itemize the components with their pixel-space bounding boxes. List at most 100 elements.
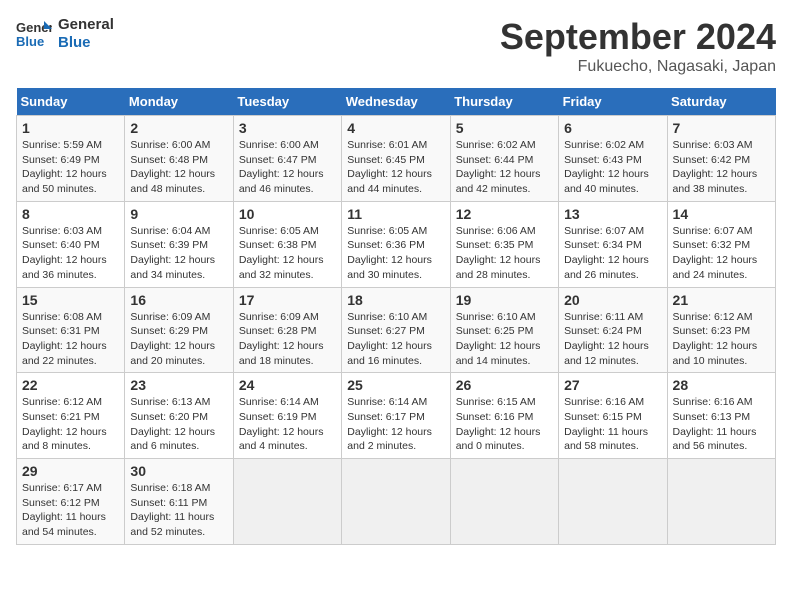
calendar-cell: 10 Sunrise: 6:05 AMSunset: 6:38 PMDayligh…: [233, 201, 341, 287]
day-number: 1: [22, 120, 119, 136]
logo-blue: Blue: [58, 34, 114, 52]
calendar-cell: 18 Sunrise: 6:10 AMSunset: 6:27 PMDayligh…: [342, 287, 450, 373]
calendar-cell: 11 Sunrise: 6:05 AMSunset: 6:36 PMDayligh…: [342, 201, 450, 287]
day-info: Sunrise: 6:11 AMSunset: 6:24 PMDaylight:…: [564, 310, 661, 369]
day-number: 21: [673, 292, 770, 308]
day-number: 13: [564, 206, 661, 222]
day-number: 9: [130, 206, 227, 222]
calendar-cell: 21Sunrise: 6:12 AMSunset: 6:23 PMDayligh…: [667, 287, 775, 373]
calendar-cell: 5 Sunrise: 6:02 AMSunset: 6:44 PMDaylight…: [450, 116, 558, 202]
day-info: Sunrise: 6:05 AMSunset: 6:36 PMDaylight:…: [347, 224, 444, 283]
calendar-cell: 4 Sunrise: 6:01 AMSunset: 6:45 PMDaylight…: [342, 116, 450, 202]
day-number: 18: [347, 292, 444, 308]
calendar-title-area: September 2024 Fukuecho, Nagasaki, Japan: [500, 16, 776, 76]
location-title: Fukuecho, Nagasaki, Japan: [500, 58, 776, 76]
calendar-cell: 30Sunrise: 6:18 AMSunset: 6:11 PMDayligh…: [125, 459, 233, 545]
calendar-cell: 22Sunrise: 6:12 AMSunset: 6:21 PMDayligh…: [17, 373, 125, 459]
day-number: 29: [22, 463, 119, 479]
logo-icon: General Blue: [16, 19, 52, 49]
day-info: Sunrise: 6:10 AMSunset: 6:25 PMDaylight:…: [456, 310, 553, 369]
calendar-cell: 13 Sunrise: 6:07 AMSunset: 6:34 PMDayligh…: [559, 201, 667, 287]
calendar-cell: 8Sunrise: 6:03 AMSunset: 6:40 PMDaylight…: [17, 201, 125, 287]
day-number: 4: [347, 120, 444, 136]
calendar-cell: 24 Sunrise: 6:14 AMSunset: 6:19 PMDayligh…: [233, 373, 341, 459]
day-info: Sunrise: 6:09 AMSunset: 6:29 PMDaylight:…: [130, 310, 227, 369]
day-info: Sunrise: 6:14 AMSunset: 6:17 PMDaylight:…: [347, 395, 444, 454]
calendar-cell: 26 Sunrise: 6:15 AMSunset: 6:16 PMDayligh…: [450, 373, 558, 459]
day-number: 3: [239, 120, 336, 136]
day-header-thursday: Thursday: [450, 88, 558, 116]
calendar-cell: [233, 459, 341, 545]
logo-general: General: [58, 16, 114, 34]
day-number: 5: [456, 120, 553, 136]
day-header-tuesday: Tuesday: [233, 88, 341, 116]
calendar-cell: 14 Sunrise: 6:07 AMSunset: 6:32 PMDayligh…: [667, 201, 775, 287]
day-header-sunday: Sunday: [17, 88, 125, 116]
day-number: 17: [239, 292, 336, 308]
day-info: Sunrise: 6:02 AMSunset: 6:44 PMDaylight:…: [456, 138, 553, 197]
day-header-friday: Friday: [559, 88, 667, 116]
calendar-cell: 29 Sunrise: 6:17 AMSunset: 6:12 PMDayligh…: [17, 459, 125, 545]
day-number: 7: [673, 120, 770, 136]
day-info: Sunrise: 6:00 AMSunset: 6:47 PMDaylight:…: [239, 138, 336, 197]
day-info: Sunrise: 6:16 AMSunset: 6:13 PMDaylight:…: [673, 395, 770, 454]
calendar-cell: 12 Sunrise: 6:06 AMSunset: 6:35 PMDayligh…: [450, 201, 558, 287]
day-number: 12: [456, 206, 553, 222]
calendar-table: SundayMondayTuesdayWednesdayThursdayFrid…: [16, 88, 776, 545]
calendar-week-row: 22Sunrise: 6:12 AMSunset: 6:21 PMDayligh…: [17, 373, 776, 459]
day-number: 20: [564, 292, 661, 308]
calendar-cell: 16 Sunrise: 6:09 AMSunset: 6:29 PMDayligh…: [125, 287, 233, 373]
page-header: General Blue General Blue September 2024…: [16, 16, 776, 76]
calendar-cell: 27 Sunrise: 6:16 AMSunset: 6:15 PMDayligh…: [559, 373, 667, 459]
day-info: Sunrise: 6:01 AMSunset: 6:45 PMDaylight:…: [347, 138, 444, 197]
calendar-cell: [667, 459, 775, 545]
day-info: Sunrise: 6:15 AMSunset: 6:16 PMDaylight:…: [456, 395, 553, 454]
calendar-cell: 2Sunrise: 6:00 AMSunset: 6:48 PMDaylight…: [125, 116, 233, 202]
calendar-cell: 19 Sunrise: 6:10 AMSunset: 6:25 PMDayligh…: [450, 287, 558, 373]
day-number: 23: [130, 377, 227, 393]
calendar-cell: 6Sunrise: 6:02 AMSunset: 6:43 PMDaylight…: [559, 116, 667, 202]
day-number: 15: [22, 292, 119, 308]
calendar-cell: 1Sunrise: 5:59 AMSunset: 6:49 PMDaylight…: [17, 116, 125, 202]
day-header-monday: Monday: [125, 88, 233, 116]
calendar-header-row: SundayMondayTuesdayWednesdayThursdayFrid…: [17, 88, 776, 116]
day-number: 25: [347, 377, 444, 393]
day-info: Sunrise: 6:10 AMSunset: 6:27 PMDaylight:…: [347, 310, 444, 369]
day-info: Sunrise: 6:14 AMSunset: 6:19 PMDaylight:…: [239, 395, 336, 454]
day-info: Sunrise: 6:13 AMSunset: 6:20 PMDaylight:…: [130, 395, 227, 454]
day-info: Sunrise: 6:06 AMSunset: 6:35 PMDaylight:…: [456, 224, 553, 283]
calendar-week-row: 29 Sunrise: 6:17 AMSunset: 6:12 PMDayligh…: [17, 459, 776, 545]
day-number: 11: [347, 206, 444, 222]
calendar-cell: 7Sunrise: 6:03 AMSunset: 6:42 PMDaylight…: [667, 116, 775, 202]
day-info: Sunrise: 6:09 AMSunset: 6:28 PMDaylight:…: [239, 310, 336, 369]
day-info: Sunrise: 6:16 AMSunset: 6:15 PMDaylight:…: [564, 395, 661, 454]
day-info: Sunrise: 6:07 AMSunset: 6:32 PMDaylight:…: [673, 224, 770, 283]
day-number: 10: [239, 206, 336, 222]
calendar-cell: [559, 459, 667, 545]
day-info: Sunrise: 6:08 AMSunset: 6:31 PMDaylight:…: [22, 310, 119, 369]
day-info: Sunrise: 6:17 AMSunset: 6:12 PMDaylight:…: [22, 481, 119, 540]
calendar-cell: 20 Sunrise: 6:11 AMSunset: 6:24 PMDayligh…: [559, 287, 667, 373]
calendar-week-row: 8Sunrise: 6:03 AMSunset: 6:40 PMDaylight…: [17, 201, 776, 287]
day-number: 8: [22, 206, 119, 222]
day-number: 16: [130, 292, 227, 308]
day-number: 27: [564, 377, 661, 393]
calendar-cell: [450, 459, 558, 545]
calendar-cell: 23 Sunrise: 6:13 AMSunset: 6:20 PMDayligh…: [125, 373, 233, 459]
day-info: Sunrise: 6:05 AMSunset: 6:38 PMDaylight:…: [239, 224, 336, 283]
calendar-week-row: 1Sunrise: 5:59 AMSunset: 6:49 PMDaylight…: [17, 116, 776, 202]
day-header-wednesday: Wednesday: [342, 88, 450, 116]
day-info: Sunrise: 6:12 AMSunset: 6:21 PMDaylight:…: [22, 395, 119, 454]
day-number: 19: [456, 292, 553, 308]
logo: General Blue General Blue: [16, 16, 114, 52]
day-info: Sunrise: 6:07 AMSunset: 6:34 PMDaylight:…: [564, 224, 661, 283]
day-info: Sunrise: 6:02 AMSunset: 6:43 PMDaylight:…: [564, 138, 661, 197]
day-number: 14: [673, 206, 770, 222]
day-number: 24: [239, 377, 336, 393]
day-info: Sunrise: 6:04 AMSunset: 6:39 PMDaylight:…: [130, 224, 227, 283]
day-number: 2: [130, 120, 227, 136]
calendar-cell: 28Sunrise: 6:16 AMSunset: 6:13 PMDayligh…: [667, 373, 775, 459]
month-title: September 2024: [500, 16, 776, 58]
calendar-cell: [342, 459, 450, 545]
day-number: 26: [456, 377, 553, 393]
